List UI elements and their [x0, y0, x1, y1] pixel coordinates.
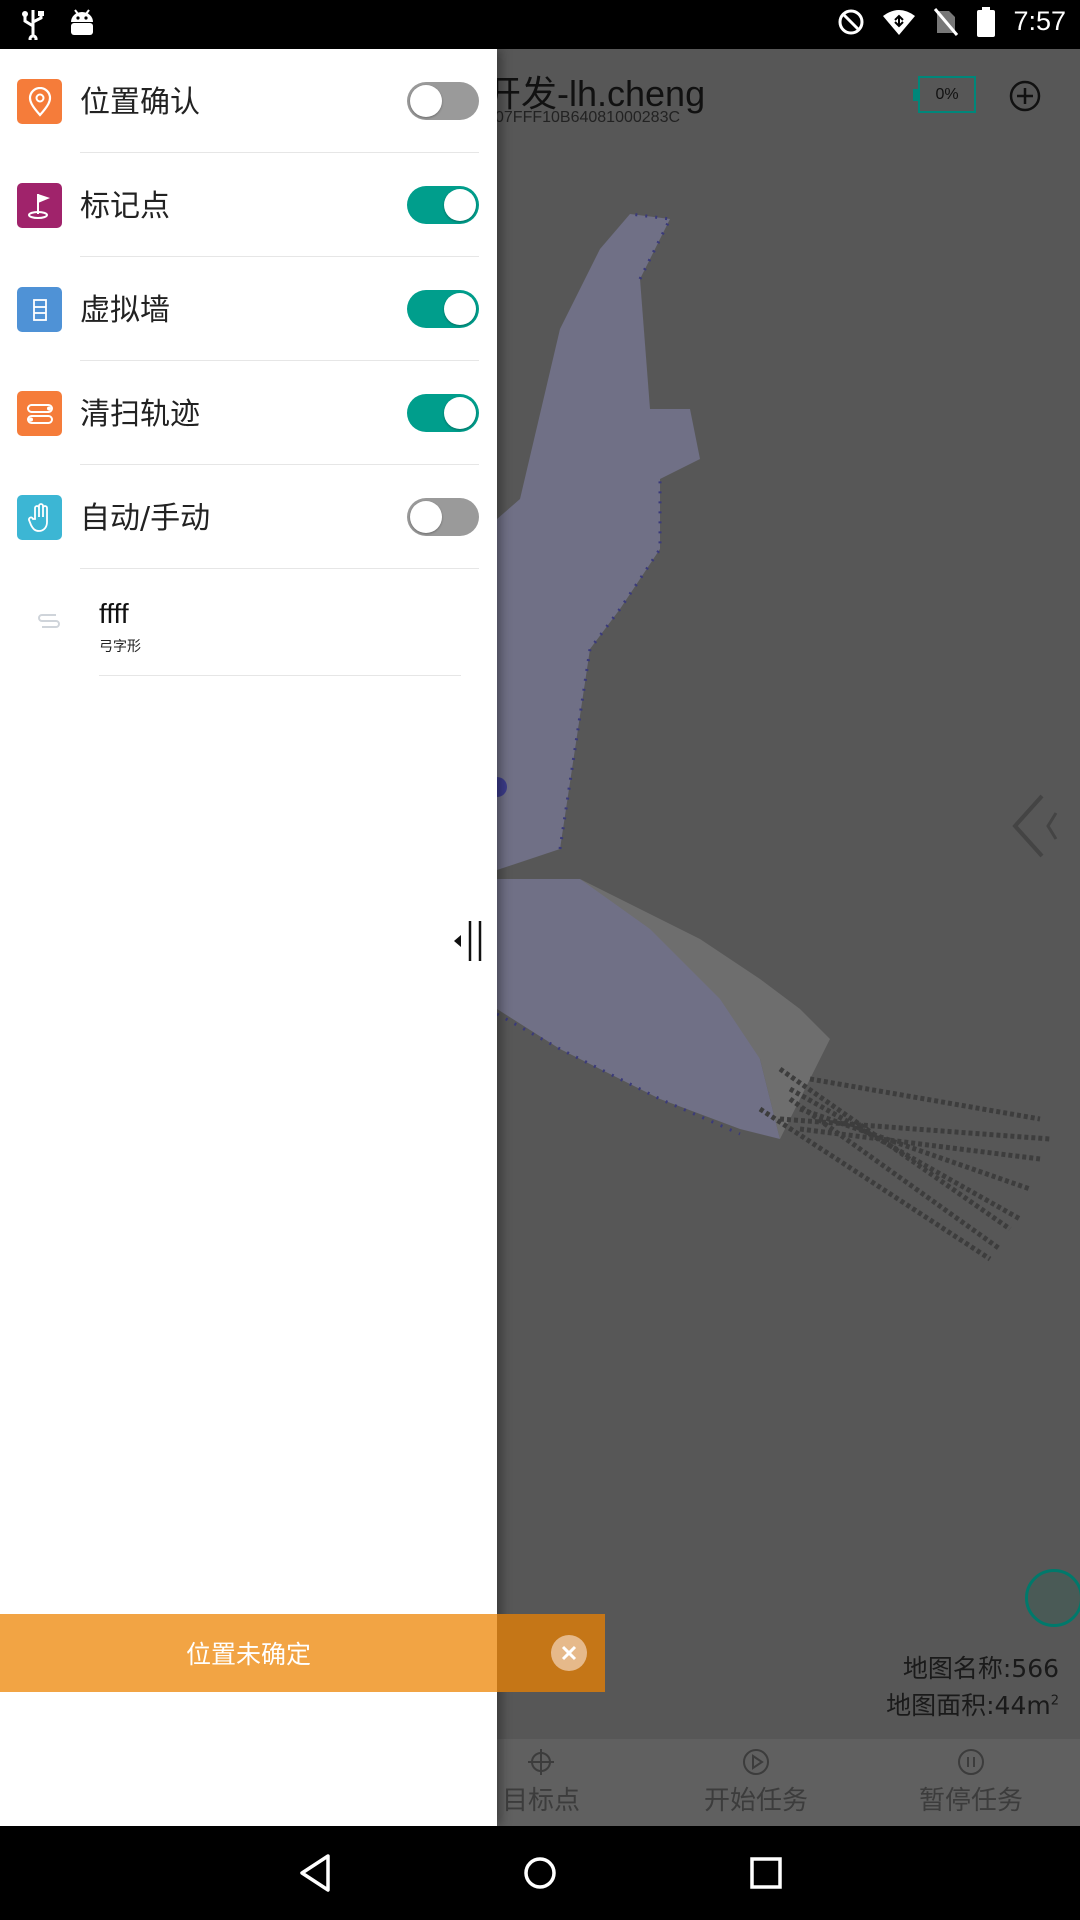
divider	[80, 568, 479, 569]
pause-icon	[958, 1749, 984, 1775]
divider	[99, 675, 461, 676]
location-confirm-toggle[interactable]	[407, 82, 479, 120]
drawer-item-clean-track[interactable]: 清扫轨迹	[0, 361, 497, 465]
drawer-item-marker-points[interactable]: 标记点	[0, 153, 497, 257]
device-id: 07FFF10B64081000283C	[495, 109, 681, 126]
toast-message: 位置未确定	[185, 1640, 311, 1669]
wifi-icon	[883, 9, 916, 35]
clean-track-toggle[interactable]	[407, 394, 479, 432]
map-entry-mode: 弓字形	[99, 639, 141, 655]
robot-battery: 0%	[918, 76, 976, 113]
no-sim-icon	[934, 7, 959, 36]
map-area-unit-sup: 2	[1050, 1693, 1059, 1709]
drawer-item-auto-manual[interactable]: 自动/手动	[0, 465, 497, 569]
usb-icon	[22, 10, 44, 40]
saved-map-item[interactable]: ffff 弓字形	[0, 576, 497, 676]
marker-points-toggle[interactable]	[407, 186, 479, 224]
drawer-item-label: 自动/手动	[80, 501, 211, 536]
toggle-knob	[444, 397, 476, 429]
map-name: 地图名称:566	[902, 1654, 1059, 1683]
play-icon	[743, 1749, 769, 1775]
toggle-knob	[410, 501, 442, 533]
target-point-label: 目标点	[501, 1786, 580, 1816]
drawer-item-label: 位置确认	[80, 85, 200, 120]
auto-manual-toggle[interactable]	[407, 498, 479, 536]
battery-icon	[977, 6, 996, 37]
drawer-item-virtual-wall[interactable]: 虚拟墙	[0, 257, 497, 361]
toggle-knob	[444, 189, 476, 221]
crosshair-icon	[528, 1749, 554, 1775]
status-bar: 7:57	[0, 0, 1080, 49]
virtual-wall-icon	[17, 287, 62, 332]
drawer-item-label: 标记点	[80, 189, 170, 224]
recents-icon[interactable]	[741, 1848, 791, 1898]
toast-close-button[interactable]	[551, 1635, 587, 1671]
map-entry-name: ffff	[99, 598, 129, 629]
pause-task-label: 暂停任务	[918, 1786, 1023, 1816]
close-icon	[561, 1645, 577, 1661]
map-scan-lines	[758, 1066, 1051, 1262]
home-icon[interactable]	[515, 1848, 565, 1898]
system-nav-bar	[0, 1826, 1080, 1920]
chevron-left-icon[interactable]	[1010, 791, 1060, 861]
location-pin-icon	[17, 79, 62, 124]
drawer-item-label: 虚拟墙	[80, 293, 170, 328]
start-task-label: 开始任务	[703, 1786, 808, 1816]
toggle-knob	[410, 85, 442, 117]
drawer-item-label: 清扫轨迹	[80, 397, 200, 432]
start-task-button[interactable]: 开始任务	[656, 1739, 856, 1826]
toggle-knob	[444, 293, 476, 325]
drawer-item-location-confirm[interactable]: 位置确认	[0, 49, 497, 153]
back-icon[interactable]	[290, 1848, 340, 1898]
map-area-value: 地图面积:44m	[886, 1691, 1051, 1720]
drawer-handle-icon[interactable]	[452, 917, 488, 965]
zigzag-path-icon	[38, 614, 60, 628]
locate-fab[interactable]	[1025, 1569, 1080, 1627]
add-button[interactable]	[1009, 80, 1041, 112]
location-toast: 位置未确定	[0, 1614, 497, 1692]
map-area: 地图面积:44m2	[886, 1686, 1059, 1722]
android-debug-icon	[71, 9, 93, 35]
virtual-wall-toggle[interactable]	[407, 290, 479, 328]
do-not-disturb-icon	[838, 9, 864, 34]
hand-icon	[17, 495, 62, 540]
settings-drawer: 位置确认 标记点 虚拟墙 清扫轨迹 自动/手动 ffff 弓字形	[0, 49, 497, 1826]
flag-icon	[17, 183, 62, 228]
route-icon	[17, 391, 62, 436]
pause-task-button[interactable]: 暂停任务	[871, 1739, 1071, 1826]
status-time: 7:57	[1013, 6, 1066, 36]
